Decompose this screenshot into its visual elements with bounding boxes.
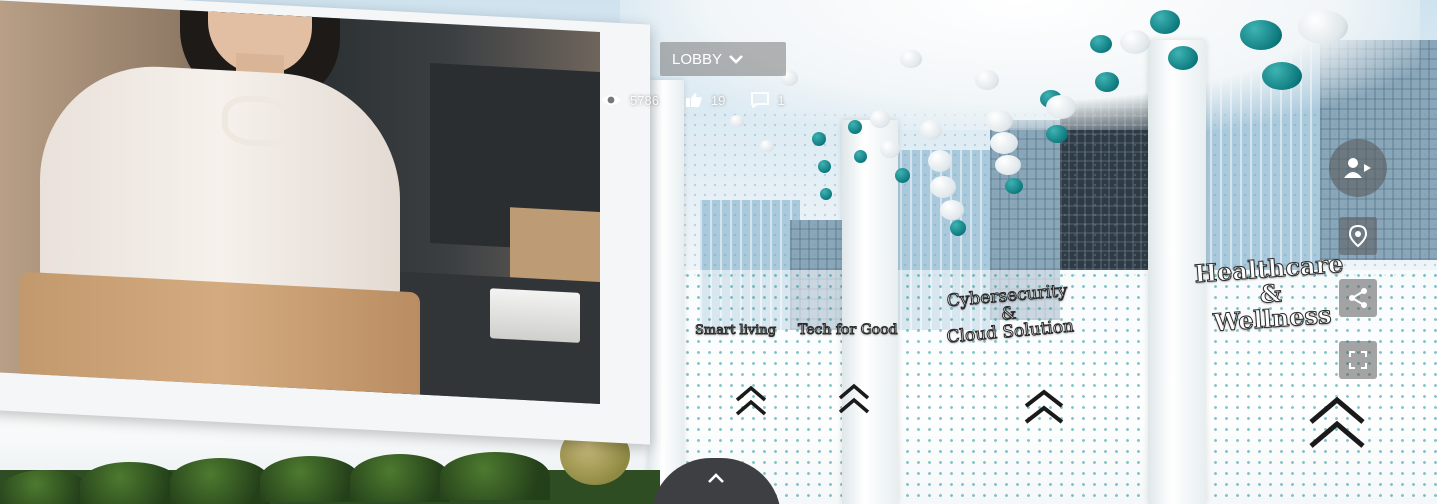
presenter-pants [20, 271, 420, 403]
hedge [260, 456, 360, 502]
views-count: 5786 [630, 92, 659, 108]
booth-label-cybersecurity[interactable]: Cybersecurity & Cloud Solution [943, 280, 1075, 347]
presenter-blouse [40, 60, 400, 310]
printer [490, 288, 580, 343]
stats-bar: 5786 19 1 [600, 92, 785, 108]
booth-label-tech-for-good[interactable]: Tech for Good [798, 322, 899, 338]
comment-icon [751, 92, 770, 108]
map-location-button[interactable] [1339, 217, 1377, 255]
presenter-video[interactable] [0, 0, 600, 404]
pillar [648, 80, 684, 504]
pillar [842, 120, 898, 504]
virtual-lobby-scene[interactable]: LOBBY 5786 19 1 Smart living Tech for Go… [0, 0, 1437, 504]
likes-count: 19 [710, 92, 726, 108]
fullscreen-icon [1349, 351, 1367, 369]
hedge [440, 452, 550, 500]
views-stat: 5786 [600, 93, 659, 108]
likes-stat[interactable]: 19 [685, 92, 725, 108]
hedge [0, 470, 90, 504]
location-dropdown-button[interactable]: LOBBY [660, 42, 786, 76]
eye-icon [601, 95, 621, 105]
blouse-bow [222, 94, 292, 148]
hedge [170, 458, 270, 504]
chevron-up-icon [708, 473, 724, 483]
thumbs-up-icon [685, 93, 702, 107]
presenter-mode-button[interactable] [1329, 139, 1387, 197]
share-button[interactable] [1339, 279, 1377, 317]
comments-count: 1 [777, 92, 785, 108]
share-icon [1349, 288, 1367, 308]
video-screen-frame [0, 0, 650, 445]
chevron-down-icon [729, 55, 743, 64]
booth-label-healthcare[interactable]: Healthcare & Wellness [1193, 248, 1348, 338]
hedge [350, 454, 450, 502]
navigate-cybersecurity-icon[interactable] [1022, 386, 1066, 426]
comments-stat[interactable]: 1 [751, 92, 785, 108]
fullscreen-button[interactable] [1339, 341, 1377, 379]
avatar-presenter-icon [1344, 158, 1371, 178]
location-pin-icon [1348, 224, 1368, 248]
navigate-smart-living-icon[interactable] [733, 382, 769, 418]
hedge [80, 462, 180, 504]
navigate-healthcare-icon[interactable] [1305, 392, 1369, 452]
booth-label-smart-living[interactable]: Smart living [694, 323, 776, 338]
navigate-tech-for-good-icon[interactable] [836, 380, 872, 416]
location-label: LOBBY [672, 50, 723, 68]
